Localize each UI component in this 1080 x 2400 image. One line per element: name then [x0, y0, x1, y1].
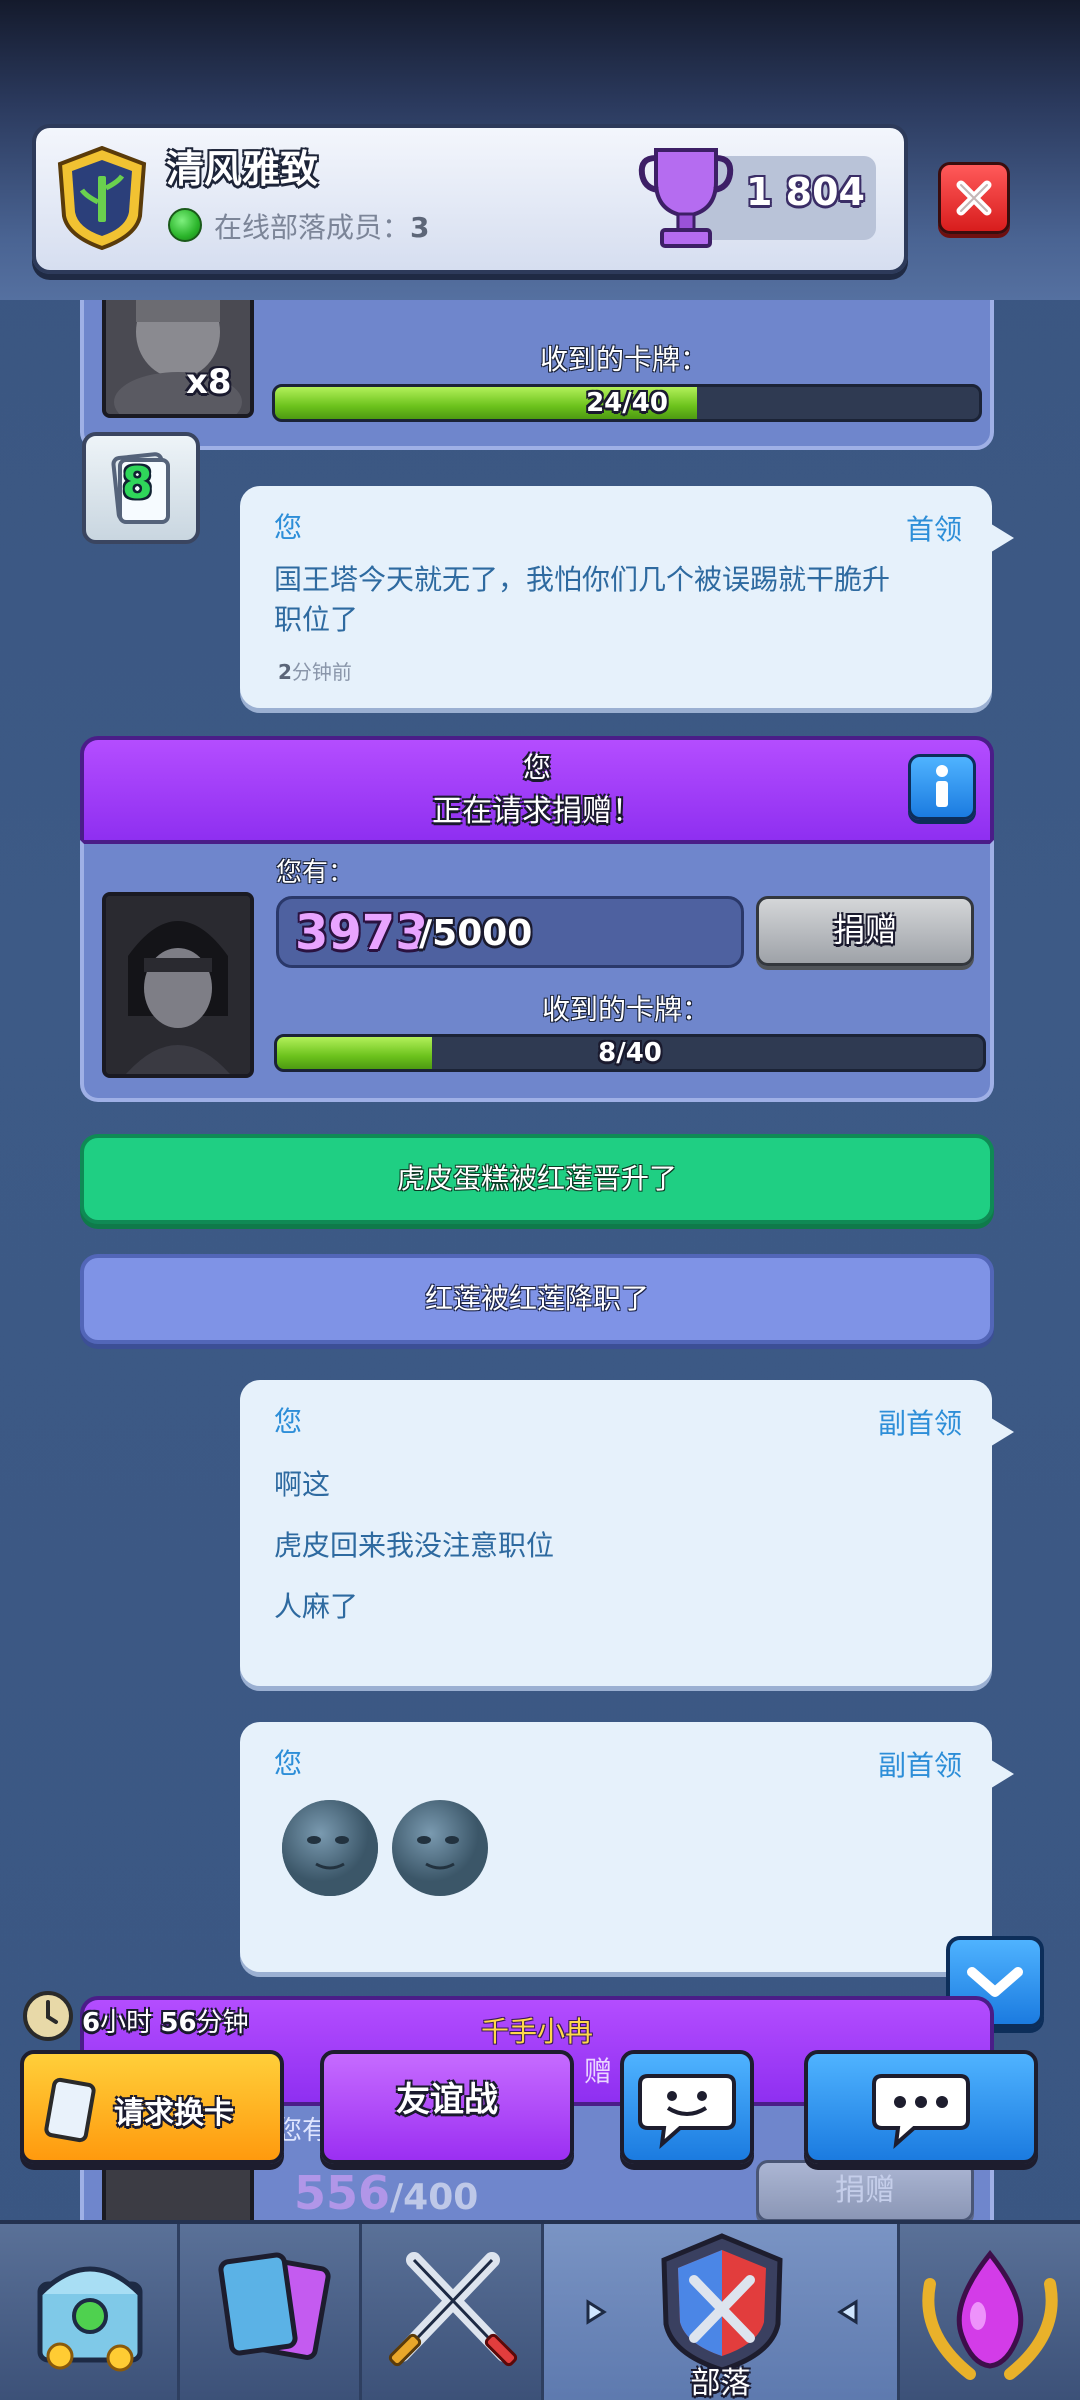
request-card-label: 请求换卡 [114, 2096, 234, 2131]
donation-progress-text: 24/40 [586, 388, 668, 418]
donation-progress-bar: 8/40 [274, 1034, 986, 1072]
donate-button[interactable]: 捐赠 [756, 2160, 974, 2222]
timer-hours: 6 [82, 2008, 101, 2038]
gold-have: 3973 [295, 905, 429, 961]
clan-badge-icon [56, 145, 148, 251]
message-line: 职位了 [274, 603, 359, 636]
system-banner-promotion: 虎皮蛋糕被红莲晋升了 [80, 1134, 994, 1224]
clan-header[interactable]: 清风雅致 在线部落成员：3 1 804 [32, 124, 908, 274]
donation-progress-bar: 24/40 [272, 384, 982, 422]
moon-emoji-icon [390, 1798, 490, 1898]
you-have-label: 您有： [276, 858, 355, 888]
friendly-battle-label: 友谊战 [396, 2080, 498, 2120]
timer-minutes: 56 [160, 2008, 197, 2038]
chat-message: 您 首领 国王塔今天就无了，我怕你们几个被误踢就干脆升 职位了 2分钟前 [240, 486, 1014, 708]
nav-shop[interactable] [0, 2224, 180, 2400]
nav-clan[interactable]: 部落 [544, 2224, 900, 2400]
online-members: 在线部落成员：3 [214, 206, 430, 246]
trophy-icon [636, 142, 736, 252]
card-count: x8 [186, 362, 232, 402]
message-line: 啊这 [274, 1468, 331, 1501]
received-label: 收到的卡牌： [542, 993, 711, 1026]
online-status-icon [168, 208, 202, 242]
online-count: 3 [410, 211, 430, 244]
nav-cards[interactable] [180, 2224, 362, 2400]
request-title-partial: 赠 [584, 2055, 613, 2088]
online-label: 在线部落成员： [214, 211, 411, 244]
message-text: 啊这 虎皮回来我没注意职位 人麻了 [274, 1454, 554, 1637]
time-unit: 分钟前 [291, 660, 352, 684]
request-card-button[interactable]: 请求换卡 [20, 2050, 284, 2164]
request-title: 正在请求捐赠！ [432, 794, 642, 829]
banner-text: 虎皮蛋糕被红莲晋升了 [396, 1162, 677, 1195]
treasure-chest-icon [37, 2266, 143, 2372]
donation-progress-text: 8/40 [598, 1038, 662, 1068]
donation-request-body: 您有： 3973 /5000 捐赠 收到的卡牌： 8/40 [80, 840, 994, 1102]
donation-request-header: 您 正在请求捐赠！ [80, 736, 994, 844]
donate-button[interactable]: 捐赠 [756, 896, 974, 966]
gold-have: 556 [294, 2166, 391, 2220]
nav-clan-label: 部落 [690, 2366, 751, 2400]
message-text: 国王塔今天就无了，我怕你们几个被误踢就干脆升 职位了 [274, 560, 890, 640]
emote-button[interactable] [620, 2050, 754, 2164]
cards-icon [218, 2252, 331, 2360]
trophy-count: 1 804 [746, 170, 865, 214]
gold-amount: 556/400 [294, 2166, 478, 2220]
banner-text: 红莲被红莲降职了 [424, 1282, 649, 1315]
bottom-nav-bar: 部落 [0, 2220, 1080, 2400]
gold-amount: 3973 /5000 [276, 896, 744, 968]
system-banner-demotion: 红莲被红莲降职了 [80, 1254, 994, 1344]
received-label: 收到的卡牌： [540, 343, 709, 376]
close-button[interactable] [938, 162, 1010, 234]
gold-need: /400 [390, 2177, 479, 2218]
crossed-swords-icon [388, 2252, 518, 2367]
info-button[interactable] [908, 754, 976, 820]
message-sender: 您 [274, 1747, 303, 1780]
close-icon [956, 180, 992, 216]
message-line: 国王塔今天就无了，我怕你们几个被误踢就干脆升 [274, 563, 891, 596]
moon-emoji-icon [280, 1798, 380, 1898]
timer-minutes-unit: 分钟 [196, 2008, 249, 2038]
card-icon [40, 2076, 100, 2150]
timer-text: 6小时 56分钟 [82, 2002, 249, 2039]
timer-hours-unit: 小时 [100, 2008, 153, 2038]
message-role: 副首领 [877, 1407, 962, 1440]
donate-label: 捐赠 [832, 911, 897, 949]
nav-battle[interactable] [362, 2224, 544, 2400]
chat-message: 您 副首领 啊这 虎皮回来我没注意职位 人麻了 [240, 1380, 1014, 1686]
laurel-gem-icon [922, 2249, 1058, 2380]
message-line: 人麻了 [274, 1590, 359, 1623]
donate-label: 捐赠 [835, 2173, 895, 2208]
requester: 您 [522, 751, 551, 784]
message-role: 首领 [905, 513, 962, 546]
chat-button[interactable] [804, 2050, 1038, 2164]
nav-events[interactable] [900, 2224, 1080, 2400]
level-number: 8 [122, 458, 153, 509]
message-line: 虎皮回来我没注意职位 [274, 1529, 555, 1562]
card-thumbnail [102, 892, 254, 1078]
clock-icon [22, 1990, 74, 2042]
chat-bubble-icon [872, 2074, 970, 2150]
chat-message: 您 副首领 [240, 1722, 1014, 1972]
message-sender: 您 [274, 1405, 303, 1438]
info-icon [936, 765, 948, 807]
friendly-battle-button[interactable]: 友谊战 [320, 2050, 574, 2164]
message-time: 2分钟前 [278, 656, 352, 685]
message-sender: 您 [274, 511, 303, 544]
gold-need: /5000 [419, 913, 533, 954]
smile-chat-icon [638, 2074, 736, 2150]
clan-name: 清风雅致 [166, 147, 319, 191]
level-badge: 8 [82, 432, 200, 544]
message-role: 副首领 [877, 1749, 962, 1782]
time-number: 2 [278, 660, 292, 684]
